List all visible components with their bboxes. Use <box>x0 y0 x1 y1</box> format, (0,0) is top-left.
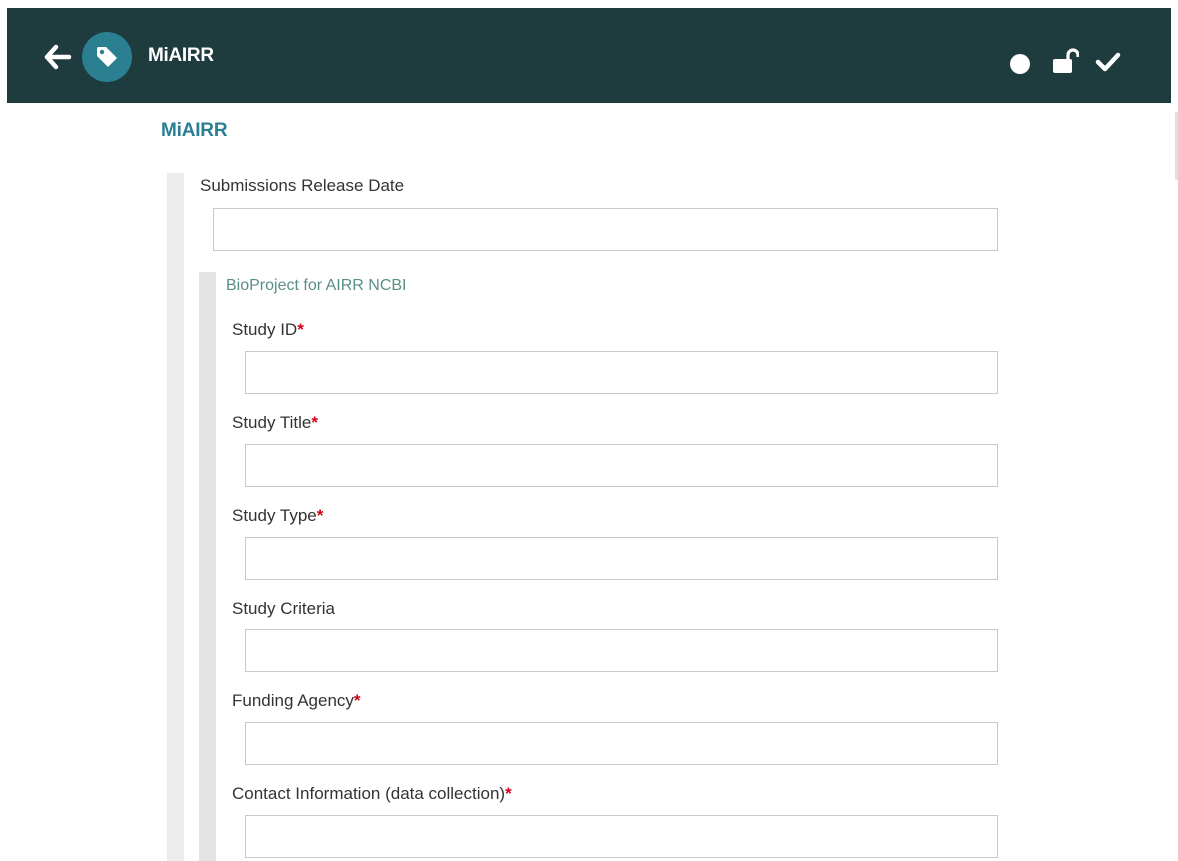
subsection-title: BioProject for AIRR NCBI <box>226 277 407 294</box>
tag-avatar <box>82 32 132 82</box>
release-date-input[interactable] <box>213 208 998 251</box>
study-id-label-text: Study ID <box>232 320 298 339</box>
unlock-button[interactable] <box>1051 48 1080 79</box>
study-type-label: Study Type* <box>232 506 323 526</box>
study-type-input[interactable] <box>245 537 998 580</box>
study-criteria-label-text: Study Criteria <box>232 599 335 618</box>
contact-information-label-text: Contact Information (data collection) <box>232 784 506 803</box>
release-date-label-text: Submissions Release Date <box>200 176 405 195</box>
back-button[interactable] <box>43 42 73 72</box>
required-marker: * <box>316 506 324 525</box>
required-marker: * <box>311 413 318 432</box>
top-app-bar: MiAIRR <box>7 8 1171 103</box>
release-date-label: Submissions Release Date <box>200 176 404 196</box>
study-title-input[interactable] <box>245 444 998 487</box>
funding-agency-label-text: Funding Agency <box>232 691 354 710</box>
study-title-label: Study Title* <box>232 413 318 433</box>
study-title-label-text: Study Title <box>232 413 312 432</box>
status-circle-icon[interactable] <box>1010 54 1030 74</box>
required-marker: * <box>505 784 512 803</box>
arrow-left-icon <box>44 44 72 70</box>
unlock-icon <box>1053 48 1080 73</box>
save-button[interactable] <box>1095 51 1121 78</box>
contact-information-label: Contact Information (data collection)* <box>232 784 512 804</box>
section-indent-bar <box>167 173 184 861</box>
study-id-label: Study ID* <box>232 320 304 340</box>
study-criteria-input[interactable] <box>245 629 998 672</box>
contact-information-input[interactable] <box>245 815 998 858</box>
app-title: MiAIRR <box>148 45 214 66</box>
funding-agency-label: Funding Agency* <box>232 691 361 711</box>
required-marker: * <box>297 320 304 339</box>
subsection-indent-bar <box>199 272 216 861</box>
study-criteria-label: Study Criteria <box>232 599 335 619</box>
required-marker: * <box>353 691 361 710</box>
section-title: MiAIRR <box>161 120 228 141</box>
study-id-input[interactable] <box>245 351 998 394</box>
funding-agency-input[interactable] <box>245 722 998 765</box>
tag-icon <box>97 47 117 67</box>
study-type-label-text: Study Type <box>232 506 317 525</box>
checkmark-icon <box>1095 52 1121 72</box>
